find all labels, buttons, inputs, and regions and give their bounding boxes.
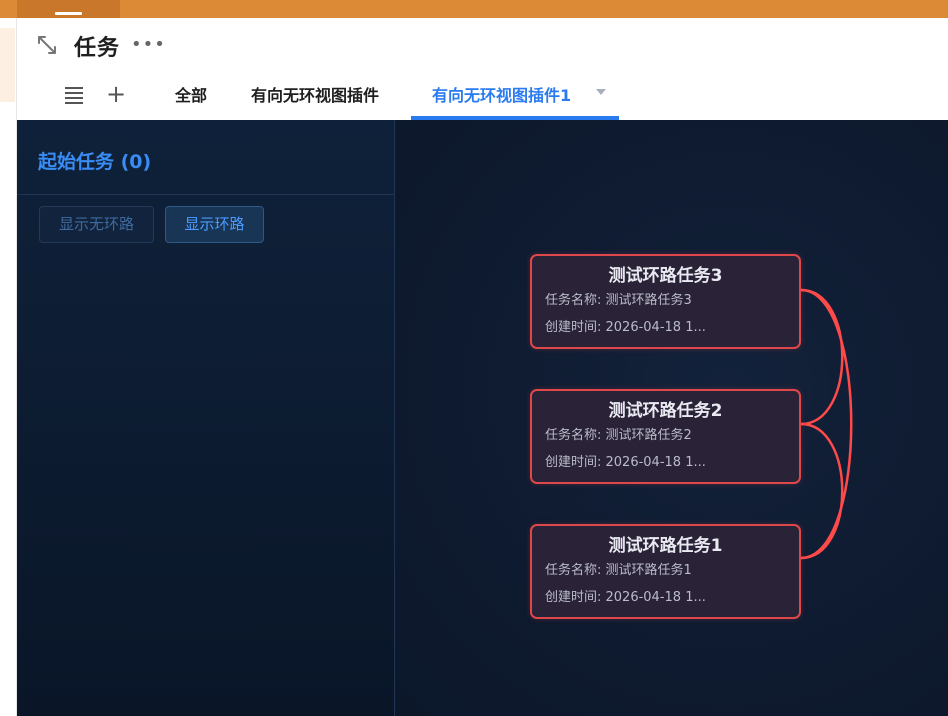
show-cycle-button[interactable]: 显示环路: [165, 206, 264, 243]
node-title: 测试环路任务3: [608, 266, 723, 286]
chevron-down-icon[interactable]: [595, 88, 607, 96]
list-icon[interactable]: [64, 86, 84, 104]
more-options-icon[interactable]: •••: [131, 34, 166, 55]
expand-icon[interactable]: [37, 35, 57, 55]
node-task-name: 任务名称: 测试环路任务2: [545, 428, 692, 443]
graph-node[interactable]: 测试环路任务1 任务名称: 测试环路任务1 创建时间: 2026-04-18 1…: [530, 524, 801, 619]
graph-canvas[interactable]: 测试环路任务3 任务名称: 测试环路任务3 创建时间: 2026-04-18 1…: [396, 120, 948, 716]
tab-dag-plugin-1[interactable]: 有向无环视图插件1: [432, 82, 571, 120]
graph-node[interactable]: 测试环路任务3 任务名称: 测试环路任务3 创建时间: 2026-04-18 1…: [530, 254, 801, 349]
node-created-time: 创建时间: 2026-04-18 1...: [545, 455, 706, 470]
node-created-time: 创建时间: 2026-04-18 1...: [545, 320, 706, 335]
node-title: 测试环路任务2: [608, 401, 723, 421]
left-edge-highlight: [0, 28, 15, 102]
graph-edge: [800, 288, 844, 426]
start-tasks-panel: 起始任务 (0) 显示无环路 显示环路: [17, 120, 395, 716]
app-top-bar: [0, 0, 948, 18]
tab-indicator: [55, 12, 82, 15]
show-noncycle-button[interactable]: 显示无环路: [39, 206, 154, 243]
page-header: 任务 ••• + 全部 有向无环视图插件 有向无环视图插件1: [17, 18, 948, 120]
dag-view: 起始任务 (0) 显示无环路 显示环路 测试环路任务3 任务名称: 测试环路任务…: [17, 120, 948, 716]
left-edge-strip: [0, 18, 17, 716]
graph-node[interactable]: 测试环路任务2 任务名称: 测试环路任务2 创建时间: 2026-04-18 1…: [530, 389, 801, 484]
node-created-time: 创建时间: 2026-04-18 1...: [545, 590, 706, 605]
add-view-icon[interactable]: +: [106, 82, 126, 106]
view-tabs: + 全部 有向无环视图插件 有向无环视图插件1: [17, 74, 948, 120]
node-task-name: 任务名称: 测试环路任务3: [545, 293, 692, 308]
start-tasks-title: 起始任务 (0): [38, 151, 152, 173]
tab-all[interactable]: 全部: [175, 82, 207, 120]
top-bar-active-tab[interactable]: [17, 0, 120, 18]
graph-edge: [800, 422, 844, 560]
page-title: 任务: [74, 36, 121, 61]
node-title: 测试环路任务1: [608, 536, 723, 556]
tab-dag-plugin[interactable]: 有向无环视图插件: [251, 82, 379, 120]
node-task-name: 任务名称: 测试环路任务1: [545, 563, 692, 578]
panel-divider: [17, 194, 395, 195]
